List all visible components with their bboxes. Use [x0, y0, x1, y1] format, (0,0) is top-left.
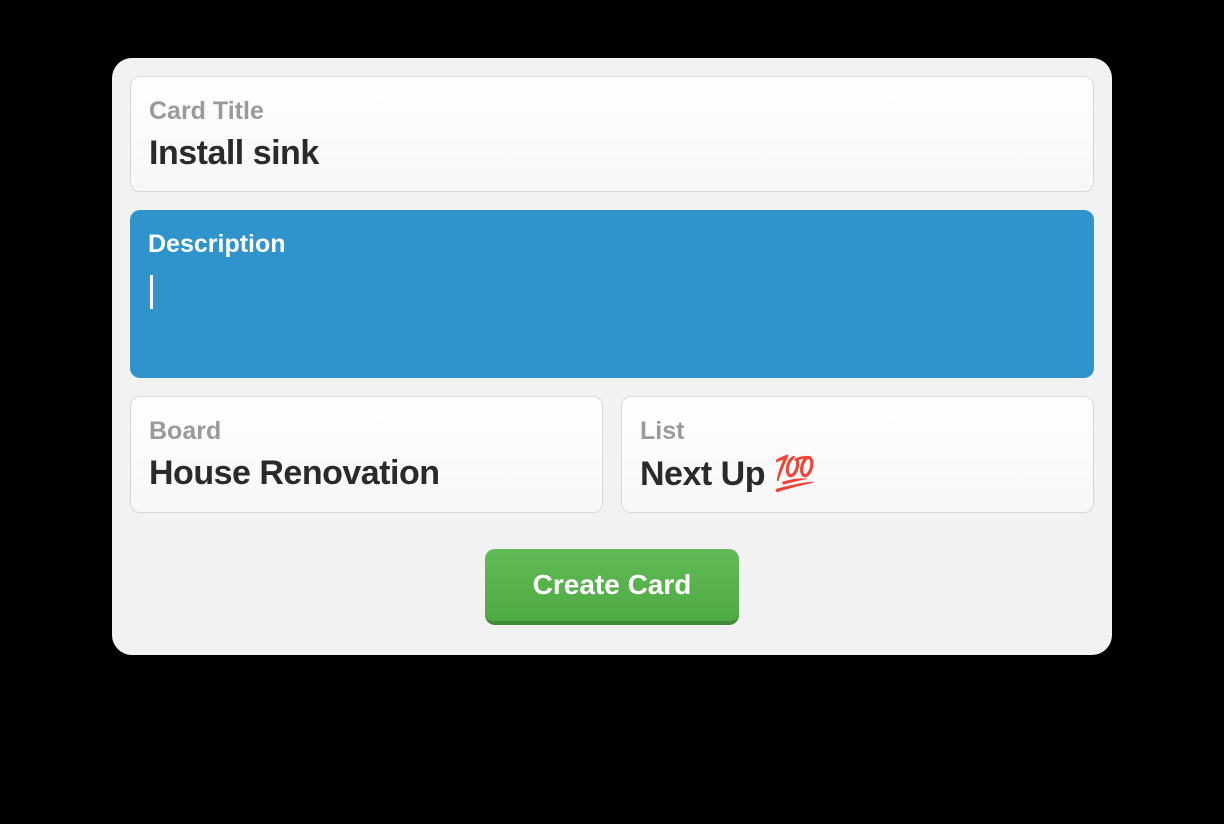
text-cursor: [150, 275, 153, 309]
board-label: Board: [149, 417, 584, 446]
list-label: List: [640, 417, 1075, 446]
board-list-row: Board House Renovation List Next Up 💯: [130, 396, 1094, 513]
create-card-form: Card Title Install sink Description Boar…: [112, 58, 1112, 655]
description-field[interactable]: Description: [130, 210, 1094, 378]
card-title-value: Install sink: [149, 134, 1075, 173]
create-card-button[interactable]: Create Card: [485, 549, 740, 625]
board-field[interactable]: Board House Renovation: [130, 396, 603, 513]
list-value: Next Up 💯: [640, 454, 1075, 494]
list-field[interactable]: List Next Up 💯: [621, 396, 1094, 513]
description-label: Description: [148, 230, 1076, 259]
card-title-field[interactable]: Card Title Install sink: [130, 76, 1094, 192]
board-value: House Renovation: [149, 454, 584, 493]
card-title-label: Card Title: [149, 97, 1075, 126]
action-row: Create Card: [130, 549, 1094, 637]
